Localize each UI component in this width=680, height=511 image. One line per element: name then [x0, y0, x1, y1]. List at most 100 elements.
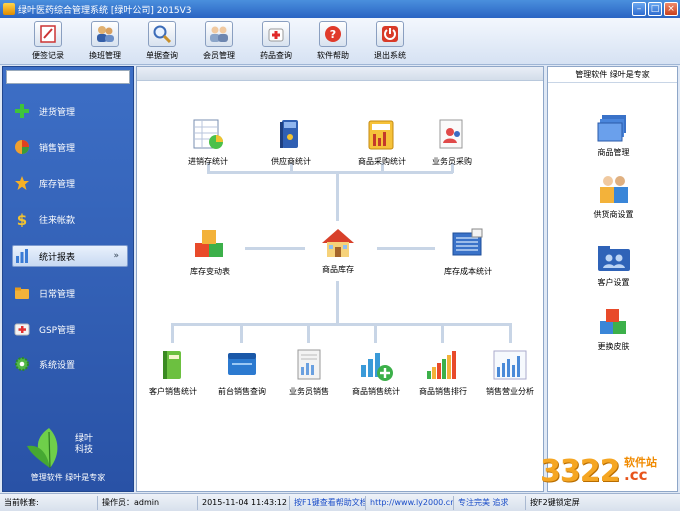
svg-text:?: ?: [330, 28, 336, 41]
connector-line: [240, 323, 243, 343]
gear-icon: [13, 355, 31, 373]
close-button[interactable]: ×: [664, 2, 678, 16]
toolbar-exit-button[interactable]: 退出系统: [364, 21, 416, 63]
supplier-people-icon: [594, 173, 634, 207]
nav-item-purchase[interactable]: 进货管理: [13, 100, 129, 122]
watermark-domain: .cc: [624, 466, 648, 484]
notepad-icon: [34, 21, 62, 47]
connector-line: [245, 247, 305, 250]
connector-line: [377, 247, 435, 250]
app-icon: [3, 3, 15, 15]
toolbar-query-button[interactable]: 单据查询: [136, 21, 188, 63]
shift-users-icon: [91, 21, 119, 47]
status-hotkey-hint: 按F2键锁定屏幕: [530, 497, 580, 507]
house-icon: [320, 225, 356, 261]
nav-item-label: 统计报表: [39, 252, 76, 263]
nav-item-inventory[interactable]: 库存管理: [13, 172, 129, 194]
node-sales-analysis[interactable]: 销售营业分析: [475, 347, 545, 397]
node-sales-ranking[interactable]: 商品销售排行: [408, 347, 478, 397]
toolbar-label: 单据查询: [146, 51, 178, 60]
status-operator: 操作员：admin: [98, 495, 198, 510]
spreadsheet-icon: [190, 117, 226, 153]
toolbar-members-button[interactable]: 会员管理: [193, 21, 245, 63]
node-salesman-purchase[interactable]: 业务员采购: [417, 117, 487, 167]
brand-block: 绿叶 科技 管理软件 绿叶是专家: [3, 422, 133, 483]
toolbar-label: 便签记录: [32, 51, 64, 60]
status-help-hint: 按F1键查看帮助文档: [290, 495, 366, 510]
left-nav: 进货管理 销售管理 库存管理 $ 往来帐款 统计报表 » 日常管理 GSP管理 …: [2, 66, 134, 492]
book-icon: [273, 117, 309, 153]
nav-item-label: 销售管理: [39, 143, 76, 154]
quick-item-supplier[interactable]: 供货商设置: [548, 173, 679, 220]
toolbar: 便签记录 換班管理 单据查询 会员管理 药品查询 ? 软件帮助 退出系统: [0, 18, 680, 65]
report-flow-panel: 进销存统计 供应商统计 商品采购统计 业务员采购 库存变动表 商品库存 库存成本…: [136, 66, 544, 492]
calculator-chart-icon: [364, 117, 400, 153]
ranking-bars-icon: [425, 347, 461, 383]
stacked-docs-icon: [594, 111, 634, 145]
status-website-link[interactable]: http://www.ly2000.cn/: [366, 495, 454, 510]
binder-icon: [224, 347, 260, 383]
maximize-button[interactable]: □: [648, 2, 662, 16]
quick-panel-header: 管理软件 绿叶是专家: [548, 67, 677, 83]
nav-item-accounts[interactable]: $ 往来帐款: [13, 208, 129, 230]
site-watermark: 3322 软件站 .cc: [540, 452, 680, 494]
title-bar: 绿叶医药综合管理系统 [绿叶公司] 2015V3 – □ ×: [0, 0, 680, 18]
cubes-icon: [192, 227, 228, 263]
window-title: 绿叶医药综合管理系统 [绿叶公司] 2015V3: [18, 5, 192, 16]
magnifier-icon: [148, 21, 176, 47]
toolbar-shift-button[interactable]: 換班管理: [79, 21, 131, 63]
node-stock-change[interactable]: 库存变动表: [175, 227, 245, 277]
node-customer-sales[interactable]: 客户销售统计: [138, 347, 208, 397]
connector-line: [207, 171, 453, 174]
toolbar-medicine-button[interactable]: 药品查询: [250, 21, 302, 63]
nav-item-label: GSP管理: [39, 325, 76, 336]
quick-panel: 管理软件 绿叶是专家 商品管理 供货商设置 客户设置 更换皮肤: [547, 66, 678, 492]
svg-text:$: $: [17, 211, 27, 227]
toolbar-label: 退出系统: [374, 51, 406, 60]
power-icon: [376, 21, 404, 47]
quick-item-goods[interactable]: 商品管理: [548, 111, 679, 158]
connector-line: [307, 323, 310, 343]
quick-item-skin[interactable]: 更换皮肤: [548, 305, 679, 352]
node-goods-stock[interactable]: 商品库存: [303, 225, 373, 275]
connector-line: [509, 323, 512, 343]
node-supplier-stats[interactable]: 供应商统计: [256, 117, 326, 167]
connector-line: [336, 281, 339, 325]
nav-item-label: 库存管理: [39, 179, 76, 190]
pie-chart-icon: [13, 138, 31, 156]
toolbar-label: 会员管理: [203, 51, 235, 60]
connector-line: [441, 323, 444, 343]
brand-name: 绿叶 科技: [75, 434, 94, 455]
nav-item-daily[interactable]: 日常管理: [13, 282, 129, 304]
nav-item-gsp[interactable]: GSP管理: [13, 318, 129, 340]
connector-line: [171, 323, 174, 343]
toolbar-label: 药品查询: [260, 51, 292, 60]
node-inventory-stats[interactable]: 进销存统计: [173, 117, 243, 167]
status-datetime: 2015-11-04 11:43:12: [198, 495, 290, 510]
first-aid-icon: [13, 320, 31, 338]
node-goods-sales[interactable]: 商品销售统计: [341, 347, 411, 397]
nav-item-settings[interactable]: 系统设置: [13, 353, 129, 375]
chart-add-icon: [358, 347, 394, 383]
status-bar: 当前帐套: 操作员：admin 2015-11-04 11:43:12 按F1键…: [0, 493, 680, 511]
quick-item-customer[interactable]: 客户设置: [548, 241, 679, 288]
nav-item-reports[interactable]: 统计报表 »: [12, 245, 128, 267]
toolbar-notes-button[interactable]: 便签记录: [22, 21, 74, 63]
toolbar-help-button[interactable]: ? 软件帮助: [307, 21, 359, 63]
node-counter-sales[interactable]: 前台销售查询: [207, 347, 277, 397]
nav-item-label: 日常管理: [39, 289, 76, 300]
connector-line: [336, 173, 339, 221]
node-stock-cost[interactable]: 库存成本统计: [433, 227, 503, 277]
window-controls: – □ ×: [632, 2, 678, 16]
minimize-button[interactable]: –: [632, 2, 646, 16]
toolbar-label: 软件帮助: [317, 51, 349, 60]
report-doc-icon: [291, 347, 327, 383]
analysis-chart-icon: [492, 347, 528, 383]
nav-item-label: 进货管理: [39, 107, 76, 118]
panel-header-bar: [137, 67, 543, 81]
node-salesman-sales[interactable]: 业务员销售: [274, 347, 344, 397]
green-book-icon: [155, 347, 191, 383]
folder-icon: [13, 284, 31, 302]
nav-item-sales[interactable]: 销售管理: [13, 136, 129, 158]
node-purchase-stats[interactable]: 商品采购统计: [347, 117, 417, 167]
